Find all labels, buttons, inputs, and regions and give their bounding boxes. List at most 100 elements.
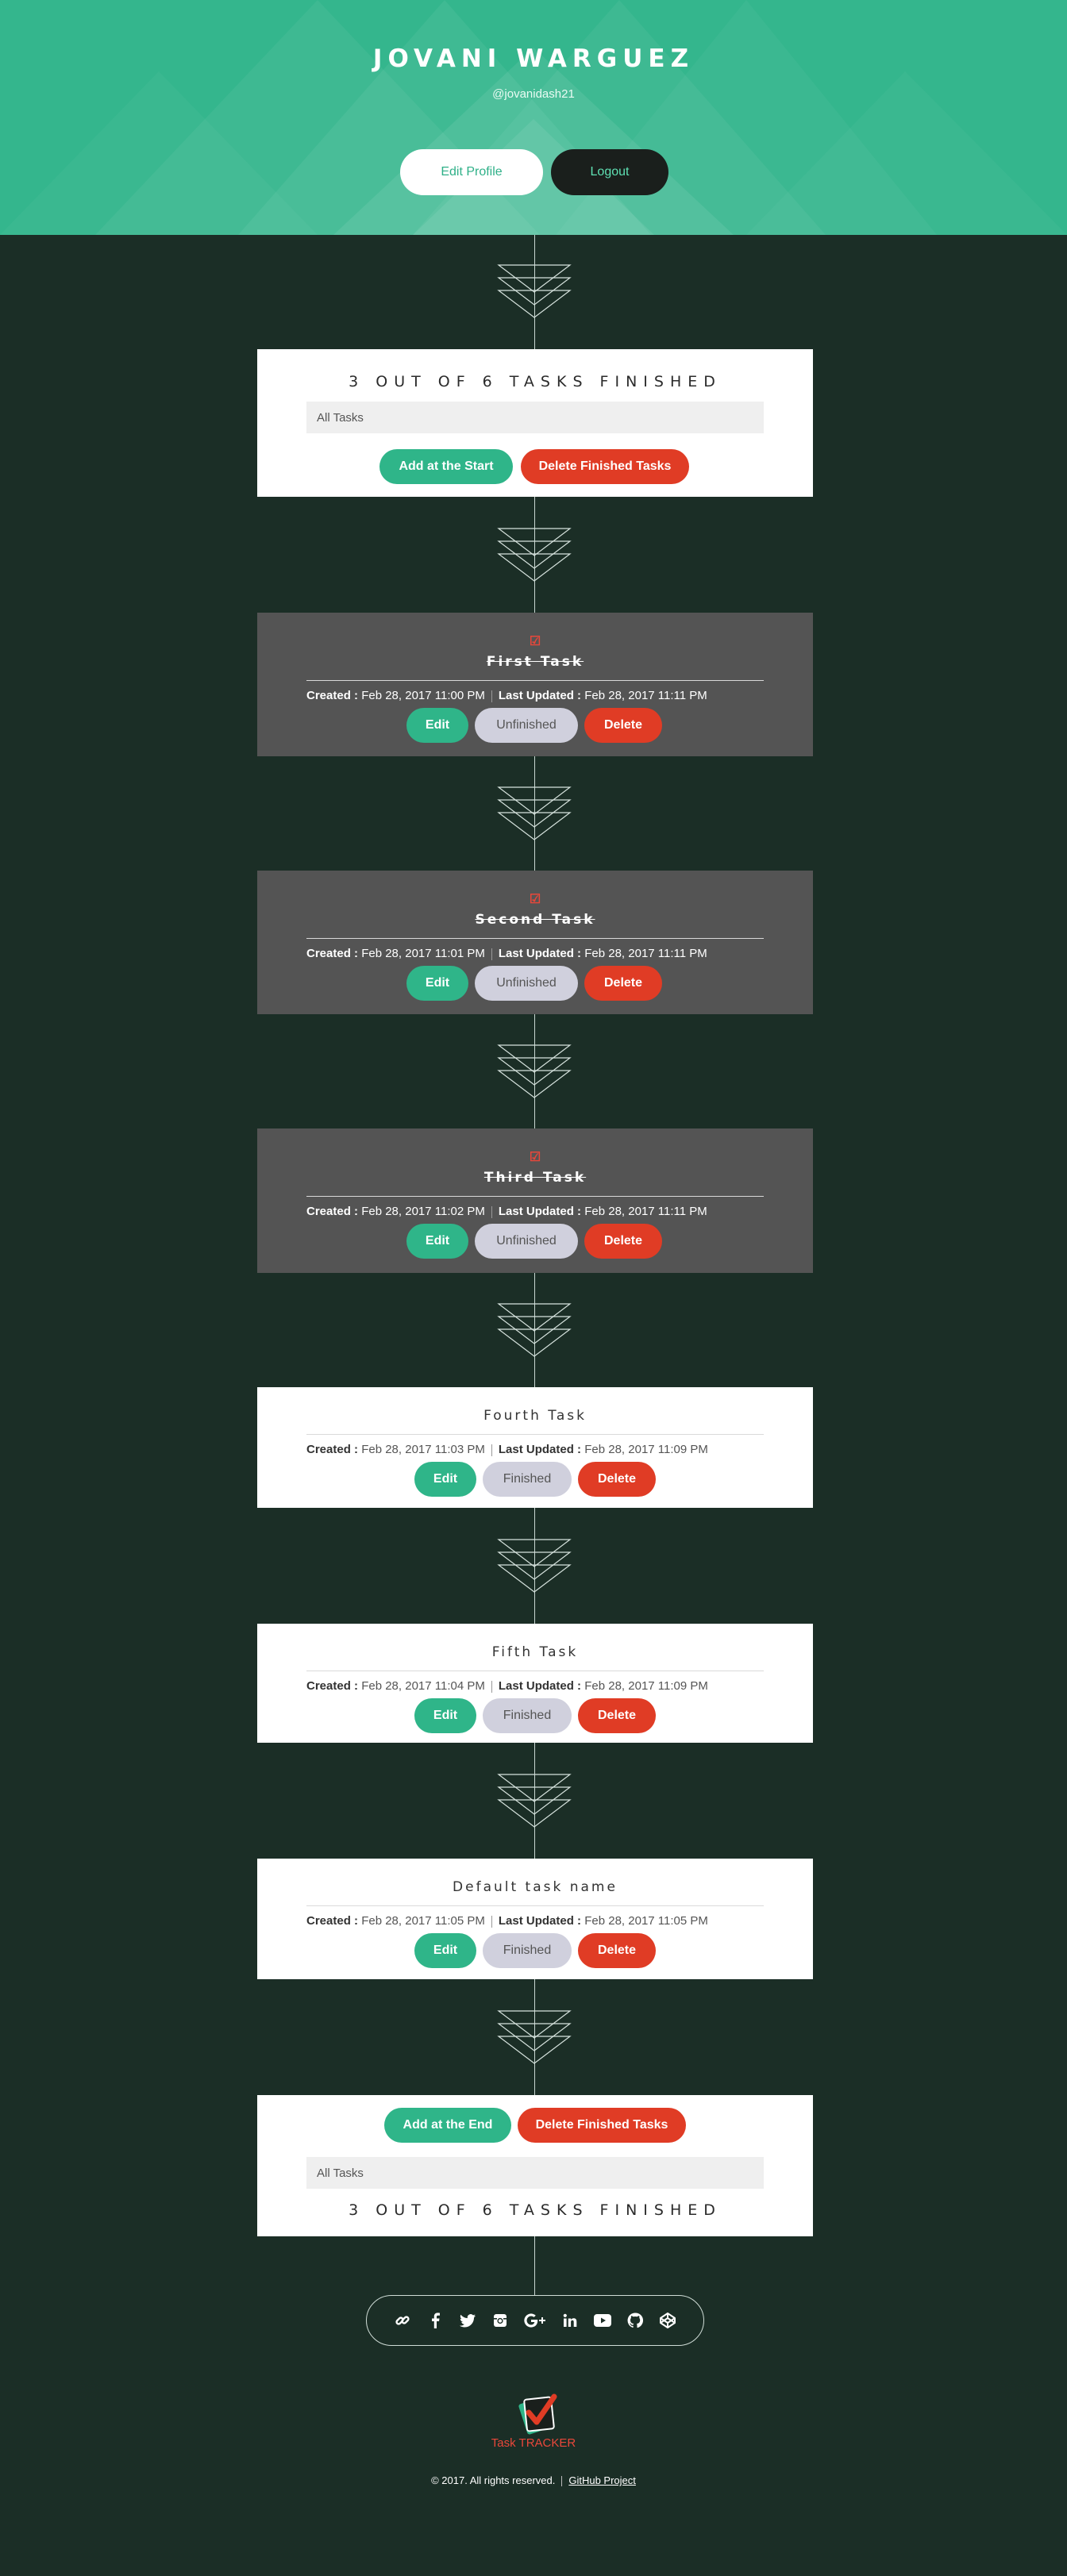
logo-text-tracker: TRACKER: [518, 2436, 576, 2450]
task-name[interactable]: Fifth Task: [257, 1644, 813, 1660]
task-card: ☑ Third Task Created : Feb 28, 2017 11:0…: [257, 1128, 813, 1273]
divider: [306, 1905, 764, 1906]
filter-select[interactable]: All Tasks: [306, 2157, 764, 2189]
codepen-icon[interactable]: [658, 2311, 677, 2330]
updated-date: Feb 28, 2017 11:05 PM: [584, 1914, 708, 1928]
logout-button[interactable]: Logout: [551, 149, 668, 195]
separator: [561, 2476, 563, 2487]
created-label: Created :: [306, 947, 359, 960]
toggle-status-button[interactable]: Finished: [483, 1933, 572, 1968]
edit-task-button[interactable]: Edit: [406, 966, 468, 1001]
task-card: Fourth Task Created : Feb 28, 2017 11:03…: [257, 1387, 813, 1508]
task-meta: Created : Feb 28, 2017 11:05 PM Last Upda…: [306, 1914, 764, 1928]
created-label: Created :: [306, 689, 359, 702]
toggle-status-button[interactable]: Finished: [483, 1698, 572, 1733]
divider: [306, 938, 764, 939]
tasks-finished-counter: 3 OUT OF 6 TASKS FINISHED: [349, 373, 722, 390]
profile-header: JOVANI WARGUEZ @jovanidash21 Edit Profil…: [0, 0, 1067, 235]
timeline-connector-icon: [497, 1303, 572, 1357]
created-date: Feb 28, 2017 11:01 PM: [361, 947, 485, 960]
edit-profile-button[interactable]: Edit Profile: [400, 149, 543, 195]
github-project-link[interactable]: GitHub Project: [568, 2474, 636, 2486]
created-label: Created :: [306, 1205, 359, 1218]
profile-name: JOVANI WARGUEZ: [372, 44, 695, 73]
timeline-connector-icon: [497, 264, 572, 318]
timeline-line: [534, 2236, 535, 2295]
updated-label: Last Updated :: [498, 689, 582, 702]
created-date: Feb 28, 2017 11:04 PM: [361, 1679, 485, 1693]
github-icon[interactable]: [626, 2311, 645, 2330]
created-label: Created :: [306, 1679, 359, 1693]
logo-wordmark: Task TRACKER: [0, 2436, 1067, 2450]
created-date: Feb 28, 2017 11:02 PM: [361, 1205, 485, 1218]
twitter-icon[interactable]: [458, 2311, 477, 2330]
created-date: Feb 28, 2017 11:05 PM: [361, 1914, 485, 1928]
task-name[interactable]: First Task: [257, 654, 813, 670]
updated-date: Feb 28, 2017 11:11 PM: [584, 689, 707, 702]
delete-task-button[interactable]: Delete: [584, 966, 662, 1001]
header-pattern: [95, 0, 937, 235]
edit-task-button[interactable]: Edit: [414, 1933, 476, 1968]
timeline-connector-icon: [497, 2010, 572, 2064]
delete-task-button[interactable]: Delete: [578, 1933, 656, 1968]
timeline-connector-icon: [497, 1044, 572, 1098]
task-name[interactable]: Second Task: [257, 912, 813, 928]
task-card: Fifth Task Created : Feb 28, 2017 11:04 …: [257, 1624, 813, 1743]
toggle-status-button[interactable]: Unfinished: [475, 1224, 578, 1259]
task-name[interactable]: Third Task: [257, 1170, 813, 1186]
created-label: Created :: [306, 1914, 359, 1928]
task-card: Default task name Created : Feb 28, 2017…: [257, 1859, 813, 1979]
updated-label: Last Updated :: [498, 947, 582, 960]
add-at-end-button[interactable]: Add at the End: [384, 2108, 511, 2143]
timeline-connector-icon: [497, 528, 572, 582]
separator: [491, 1444, 492, 1456]
task-name[interactable]: Default task name: [257, 1879, 813, 1895]
delete-finished-button[interactable]: Delete Finished Tasks: [521, 449, 689, 484]
separator: [491, 1205, 492, 1218]
separator: [491, 1680, 492, 1693]
delete-task-button[interactable]: Delete: [584, 708, 662, 743]
tasks-finished-counter: 3 OUT OF 6 TASKS FINISHED: [349, 2201, 722, 2219]
logo-text-task: Task: [491, 2436, 516, 2450]
edit-task-button[interactable]: Edit: [414, 1462, 476, 1497]
page-footer: © 2017. All rights reserved. GitHub Proje…: [0, 2474, 1067, 2487]
updated-date: Feb 28, 2017 11:11 PM: [584, 947, 707, 960]
delete-task-button[interactable]: Delete: [584, 1224, 662, 1259]
delete-task-button[interactable]: Delete: [578, 1462, 656, 1497]
add-at-start-button[interactable]: Add at the Start: [379, 449, 513, 484]
created-date: Feb 28, 2017 11:03 PM: [361, 1443, 485, 1456]
timeline-connector-icon: [497, 1539, 572, 1593]
toggle-status-button[interactable]: Unfinished: [475, 708, 578, 743]
checked-icon: ☑: [529, 893, 541, 906]
task-meta: Created : Feb 28, 2017 11:04 PM Last Upda…: [306, 1679, 764, 1693]
delete-task-button[interactable]: Delete: [578, 1698, 656, 1733]
task-meta: Created : Feb 28, 2017 11:00 PM Last Upda…: [306, 689, 764, 702]
task-meta: Created : Feb 28, 2017 11:03 PM Last Upda…: [306, 1443, 764, 1456]
task-meta: Created : Feb 28, 2017 11:01 PM Last Upda…: [306, 947, 764, 960]
edit-task-button[interactable]: Edit: [406, 1224, 468, 1259]
toggle-status-button[interactable]: Finished: [483, 1462, 572, 1497]
updated-date: Feb 28, 2017 11:09 PM: [584, 1443, 708, 1456]
task-name[interactable]: Fourth Task: [257, 1408, 813, 1424]
google-plus-icon[interactable]: [523, 2311, 547, 2330]
updated-label: Last Updated :: [498, 1679, 582, 1693]
updated-date: Feb 28, 2017 11:09 PM: [584, 1679, 708, 1693]
divider: [306, 680, 764, 681]
updated-date: Feb 28, 2017 11:11 PM: [584, 1205, 707, 1218]
separator: [491, 948, 492, 960]
checked-icon: ☑: [529, 1151, 541, 1164]
task-meta: Created : Feb 28, 2017 11:02 PM Last Upda…: [306, 1205, 764, 1218]
link-icon[interactable]: [393, 2311, 412, 2330]
toggle-status-button[interactable]: Unfinished: [475, 966, 578, 1001]
filter-select[interactable]: All Tasks: [306, 402, 764, 433]
youtube-icon[interactable]: [593, 2311, 612, 2330]
facebook-icon[interactable]: [426, 2311, 445, 2330]
delete-finished-button[interactable]: Delete Finished Tasks: [518, 2108, 686, 2143]
edit-task-button[interactable]: Edit: [406, 708, 468, 743]
edit-task-button[interactable]: Edit: [414, 1698, 476, 1733]
instagram-icon[interactable]: [491, 2311, 510, 2330]
separator: [491, 690, 492, 702]
linkedin-icon[interactable]: [560, 2311, 580, 2330]
created-date: Feb 28, 2017 11:00 PM: [361, 689, 485, 702]
divider: [306, 1434, 764, 1435]
